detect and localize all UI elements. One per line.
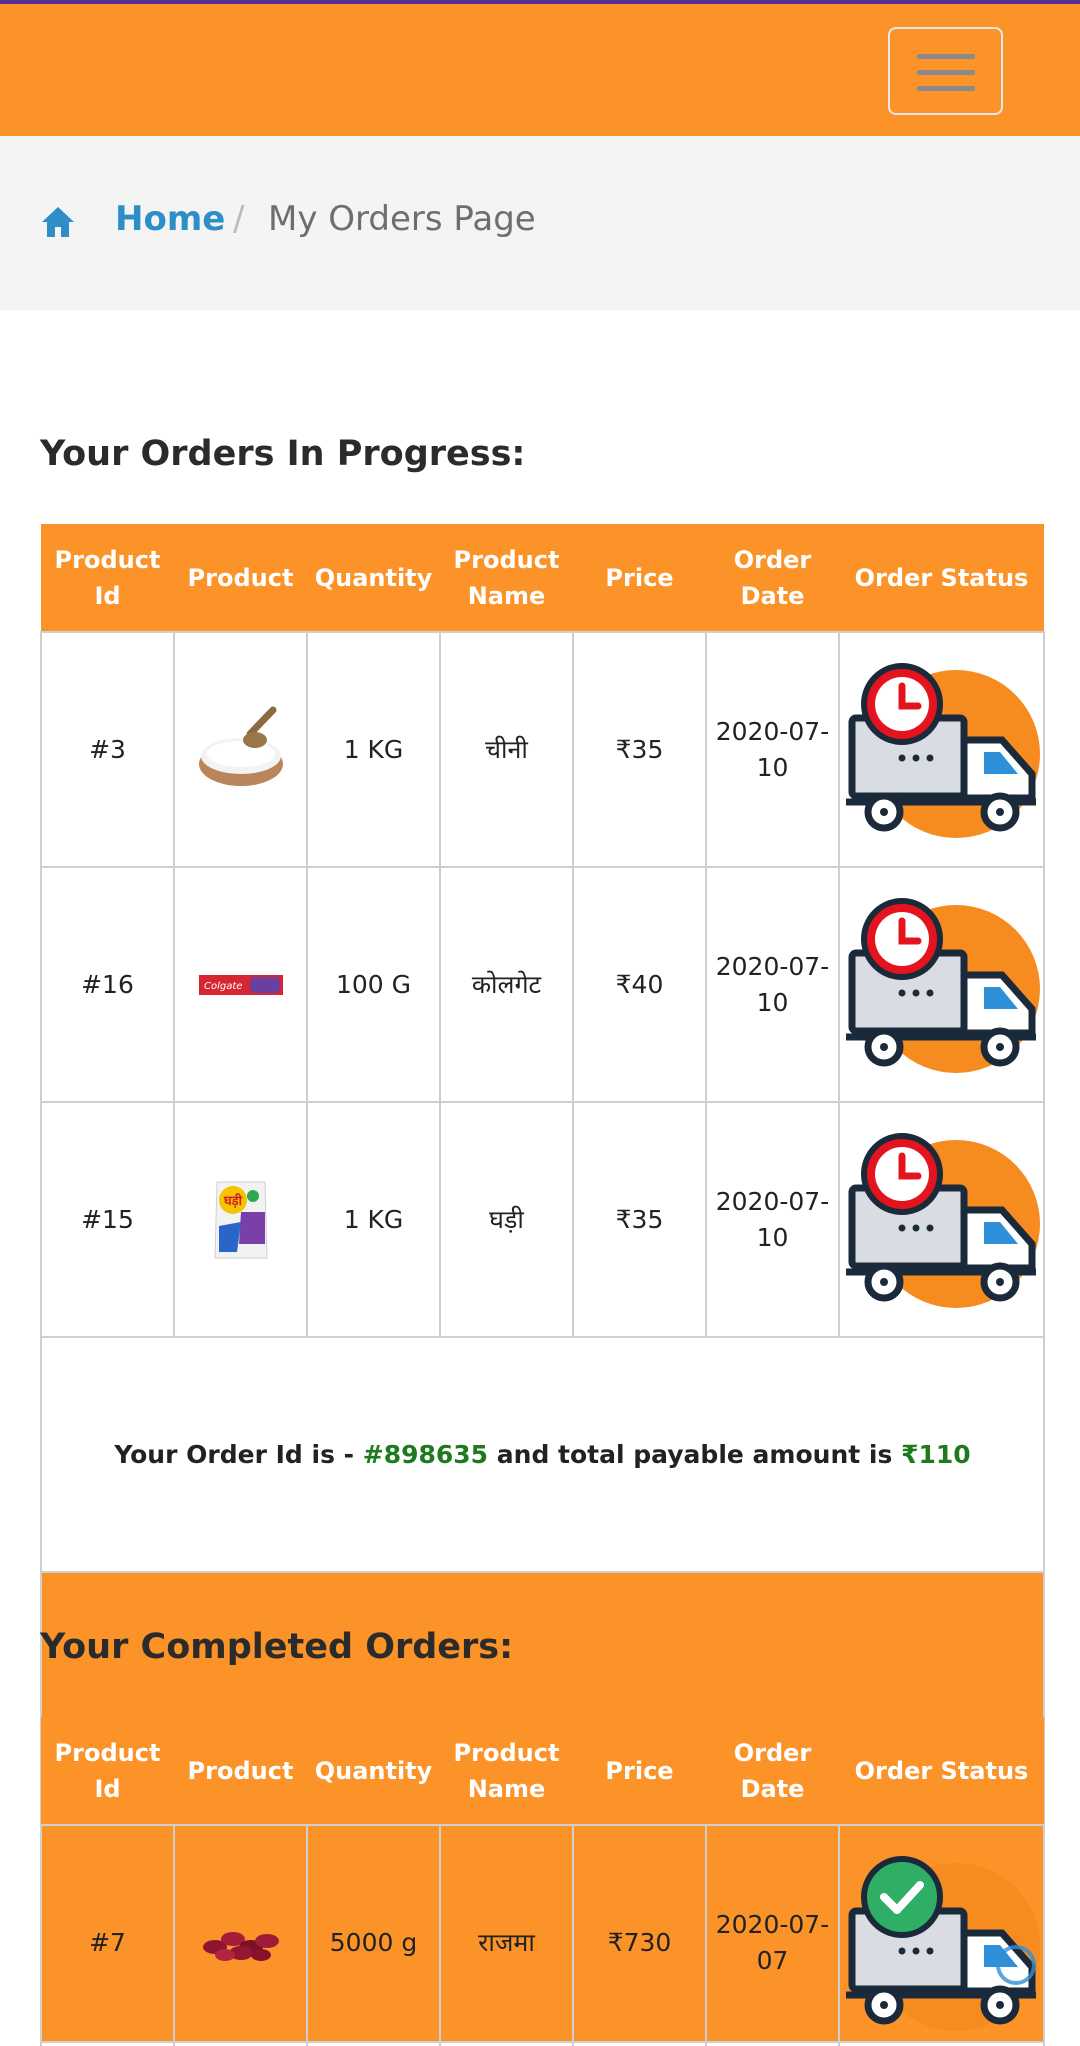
summary-middle: and total payable amount is [488,1439,902,1469]
header-quantity: Quantity [307,524,440,632]
completed-orders-title: Your Completed Orders: [40,1627,514,1667]
svg-text:Colgate: Colgate [204,981,242,992]
svg-text:घड़ी: घड़ी [223,1193,243,1209]
summary-total: ₹110 [901,1439,971,1469]
sugar-bowl-image [198,706,283,786]
breadcrumb-current-page: My Orders Page [268,199,536,239]
summary-order-id: #898635 [362,1439,489,1469]
cell-product-id: #15 [40,1101,175,1338]
cell-order-status [838,866,1045,1103]
cell-product-image: Colgate [173,866,308,1103]
hamburger-menu-button[interactable] [888,27,1003,115]
table-row: #16 Colgate 100 G कोलगेट ₹40 2020-07-10 [40,866,1045,1103]
cell-order-date: 2020-07-10 [705,631,840,868]
table-row: #3 1 KG चीनी ₹35 2020-07-10 [40,631,1045,868]
cell-quantity: 1 KG [306,631,441,868]
table-header-row: Product Id Product Quantity Product Name… [41,1717,1044,1825]
completed-orders-table: Product Id Product Quantity Product Name… [40,1717,1045,2046]
cell-product-id: #16 [40,866,175,1103]
table-header-row: Product Id Product Quantity Product Name… [41,524,1044,632]
cell-quantity: 100 G [306,866,441,1103]
rajma-beans-image [202,1931,279,1961]
order-summary-row: Your Order Id is - #898635 and total pay… [40,1336,1045,1573]
truck-clock-icon [845,662,1040,838]
breadcrumb: Home / My Orders Page [0,136,1080,310]
cell-order-status [838,631,1045,868]
header-product-name: Product Name [440,524,573,632]
cell-product-name: घड़ी [439,1101,574,1338]
cell-product-image [173,631,308,868]
cell-order-date: 2020-07-10 [705,1101,840,1338]
hamburger-menu-icon [917,54,975,59]
header-order-status: Order Status [839,1717,1044,1825]
header-price: Price [573,1717,706,1825]
header-order-status: Order Status [839,524,1044,632]
orders-in-progress-title: Your Orders In Progress: [40,434,526,474]
header-product-id: Product Id [41,524,174,632]
breadcrumb-separator: / [233,199,245,239]
hamburger-line [917,70,975,75]
header-product-id: Product Id [41,1717,174,1825]
ghadi-detergent-image: घड़ी [213,1181,268,1258]
table-row: #15 घड़ी 1 KG घड़ी ₹35 2020-07-10 [40,1101,1045,1338]
colgate-toothpaste-image: Colgate [198,974,283,995]
header-quantity: Quantity [307,1717,440,1825]
header-order-date: Order Date [706,524,839,632]
header-product-name: Product Name [440,1717,573,1825]
breadcrumb-home-link[interactable]: Home [115,199,225,239]
cell-product-id: #7 [40,1824,175,2046]
order-summary: Your Order Id is - #898635 and total pay… [40,1336,1045,1573]
truck-clock-icon [845,1132,1040,1308]
cell-product-id: #3 [40,631,175,868]
hamburger-line [917,86,975,91]
cell-quantity: 1 KG [306,1101,441,1338]
truck-clock-icon [845,897,1040,1073]
header-product: Product [174,524,307,632]
header-price: Price [573,524,706,632]
cell-product-image: घड़ी [173,1101,308,1338]
cell-order-date: 2020-07-07 [705,1824,840,2046]
cell-order-status [838,1101,1045,1338]
cell-price: ₹730 [572,1824,707,2046]
cell-product-name: राजमा [439,1824,574,2046]
table-row: #7 5000 g राजमा ₹730 2020-07-07 [40,1824,1045,2046]
cell-price: ₹35 [572,631,707,868]
home-icon[interactable] [40,204,76,240]
header-order-date: Order Date [706,1717,839,1825]
cell-price: ₹40 [572,866,707,1103]
cell-product-name: कोलगेट [439,866,574,1103]
navbar [0,4,1080,136]
summary-prefix: Your Order Id is - [114,1439,363,1469]
cell-product-image [173,1824,308,2046]
cell-price: ₹35 [572,1101,707,1338]
truck-check-icon [845,1855,1040,2031]
cell-product-name: चीनी [439,631,574,868]
header-product: Product [174,1717,307,1825]
cell-quantity: 5000 g [306,1824,441,2046]
cell-order-date: 2020-07-10 [705,866,840,1103]
cell-order-status [838,1824,1045,2046]
